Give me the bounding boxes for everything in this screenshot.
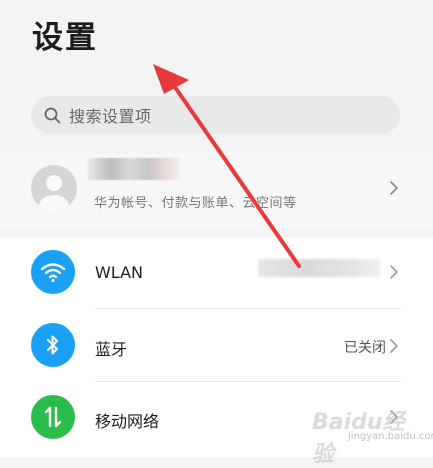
- settings-list: WLAN 蓝牙 已关闭 移动网络: [0, 237, 433, 457]
- huawei-account-row[interactable]: 华为帐号、付款与账单、云空间等: [0, 153, 433, 230]
- settings-item-bluetooth[interactable]: 蓝牙 已关闭: [0, 309, 433, 382]
- user-avatar-icon: [31, 165, 77, 211]
- settings-item-mobile-network[interactable]: 移动网络: [0, 382, 433, 454]
- search-input-placeholder[interactable]: 搜索设置项: [69, 103, 152, 127]
- mobile-data-icon: [31, 395, 75, 439]
- account-name-blurred: [88, 158, 180, 180]
- account-subtitle: 华为帐号、付款与账单、云空间等: [94, 196, 297, 211]
- wifi-icon: [31, 250, 75, 294]
- bluetooth-icon: [31, 323, 75, 367]
- settings-item-label: 移动网络: [95, 412, 160, 431]
- settings-item-label: WLAN: [95, 263, 144, 282]
- page-title: 设置: [32, 20, 98, 56]
- chevron-right-icon: [390, 181, 398, 195]
- settings-item-wlan[interactable]: WLAN: [0, 237, 433, 309]
- chevron-right-icon: [390, 265, 398, 279]
- bluetooth-status: 已关闭: [344, 340, 386, 356]
- chevron-right-icon: [390, 410, 398, 424]
- wifi-network-name-blurred: [258, 259, 380, 277]
- settings-item-label: 蓝牙: [95, 340, 128, 359]
- search-icon: [44, 107, 61, 124]
- search-bar[interactable]: 搜索设置项: [31, 96, 400, 134]
- chevron-right-icon: [390, 339, 398, 353]
